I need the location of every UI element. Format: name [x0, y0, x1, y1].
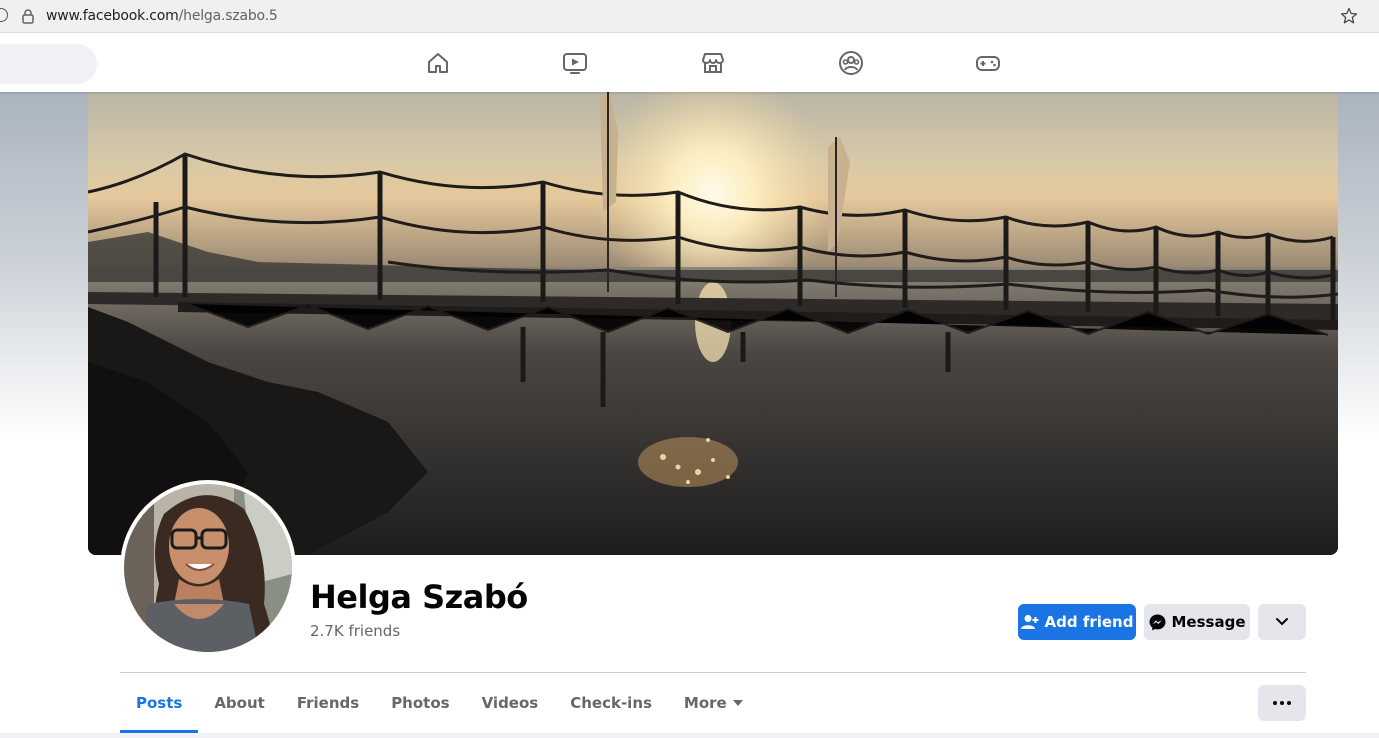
url-path: /helga.szabo.5	[178, 8, 278, 24]
groups-icon[interactable]	[836, 48, 866, 78]
add-person-icon	[1020, 614, 1039, 630]
caret-down-icon	[732, 700, 743, 706]
chevron-down-icon	[1276, 618, 1288, 626]
home-icon[interactable]	[423, 48, 453, 78]
cover-photo[interactable]	[88, 92, 1338, 555]
profile-tabs: Posts About Friends Photos Videos Check-…	[120, 673, 759, 733]
tab-more[interactable]: More	[668, 673, 759, 733]
facebook-top-nav	[0, 34, 1379, 92]
dot-icon	[1273, 701, 1277, 705]
url-domain: www.facebook.com	[46, 8, 179, 24]
lock-icon[interactable]	[21, 8, 35, 24]
add-friend-button[interactable]: Add friend	[1018, 604, 1136, 640]
tab-about[interactable]: About	[198, 673, 281, 733]
tab-photos[interactable]: Photos	[375, 673, 465, 733]
bookmark-star-icon[interactable]	[1339, 6, 1359, 26]
profile-avatar[interactable]	[120, 480, 296, 656]
add-friend-label: Add friend	[1044, 613, 1134, 631]
url-field[interactable]: www.facebook.com/helga.szabo.5	[46, 8, 278, 24]
tab-more-label: More	[683, 694, 727, 712]
marketplace-icon[interactable]	[698, 48, 728, 78]
tab-posts[interactable]: Posts	[120, 673, 199, 733]
profile-more-dropdown-button[interactable]	[1258, 604, 1306, 640]
message-label: Message	[1171, 613, 1246, 631]
messenger-icon	[1149, 614, 1166, 631]
watch-icon[interactable]	[560, 48, 590, 78]
avatar-photo	[124, 484, 292, 652]
feed-background	[0, 733, 1379, 738]
tab-friends[interactable]: Friends	[281, 673, 375, 733]
browser-address-bar: www.facebook.com/helga.szabo.5	[0, 0, 1379, 33]
tab-videos[interactable]: Videos	[466, 673, 555, 733]
search-input[interactable]	[0, 44, 97, 84]
tab-check-ins[interactable]: Check-ins	[554, 673, 668, 733]
dot-icon	[1280, 701, 1284, 705]
friends-count[interactable]: 2.7K friends	[310, 622, 400, 640]
tabs-options-button[interactable]	[1258, 685, 1306, 721]
message-button[interactable]: Message	[1144, 604, 1250, 640]
dot-icon	[1287, 701, 1291, 705]
profile-name: Helga Szabó	[310, 578, 528, 616]
gaming-icon[interactable]	[973, 48, 1003, 78]
site-info-icon[interactable]	[0, 8, 8, 22]
